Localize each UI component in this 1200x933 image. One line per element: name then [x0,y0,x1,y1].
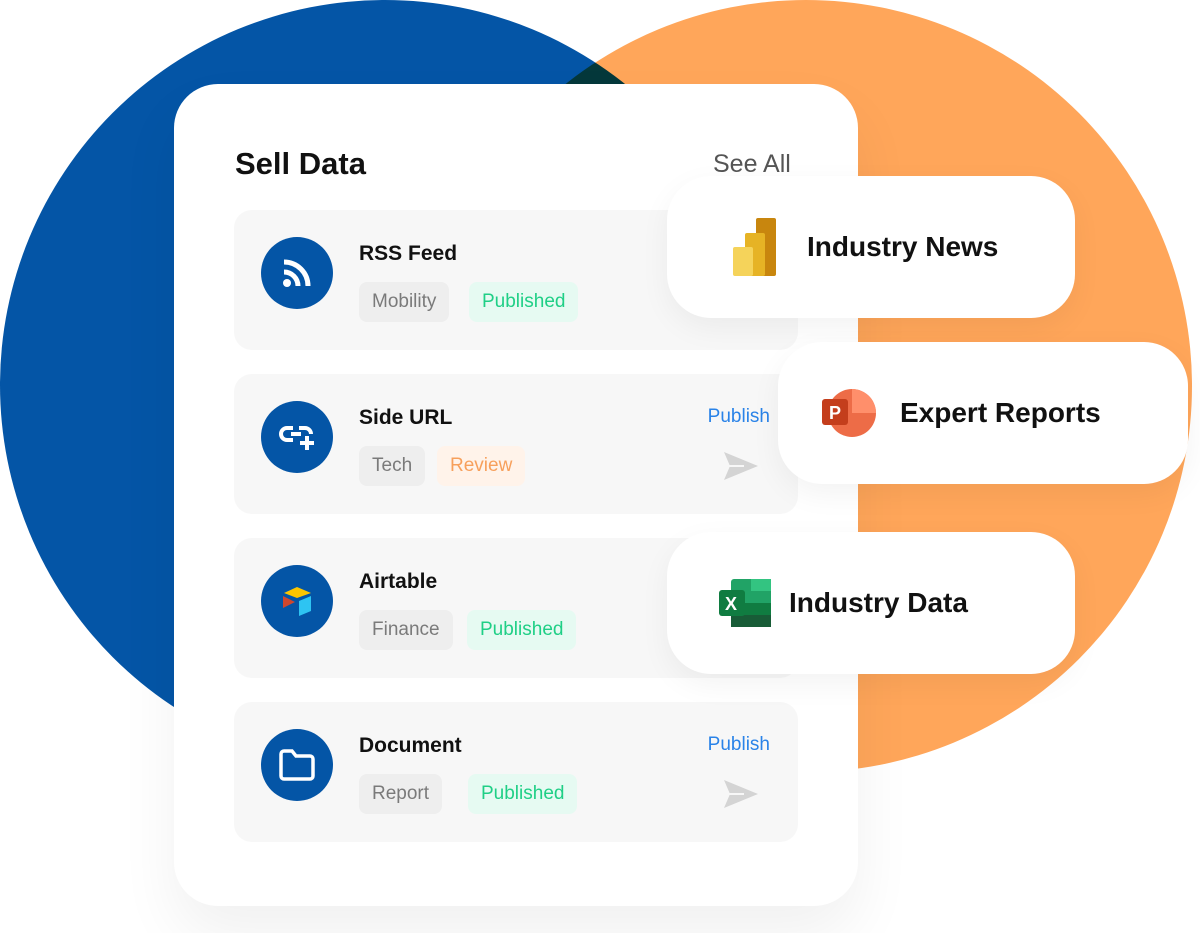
pill-expert-reports[interactable]: P Expert Reports [778,342,1188,484]
rss-icon [261,237,333,309]
status-badge: Published [467,610,577,650]
item-name: Airtable [359,570,438,593]
pill-industry-data[interactable]: X Industry Data [667,532,1075,674]
folder-icon [261,729,333,801]
svg-text:P: P [829,403,841,423]
list-item[interactable]: Side URL Tech Review Publish [234,374,798,514]
pill-label: Industry Data [789,587,968,618]
status-badge: Published [469,282,579,322]
category-tag: Mobility [359,282,450,322]
status-badge: Published [468,774,578,814]
svg-text:X: X [725,594,737,614]
pill-label: Industry News [807,231,999,262]
publish-link[interactable]: Publish [708,406,770,428]
status-badge: Review [437,446,526,486]
link-add-icon [261,401,333,473]
category-tag: Finance [359,610,453,650]
pill-industry-news[interactable]: Industry News [667,176,1075,318]
excel-icon: X [719,579,771,627]
see-all-link[interactable]: See All [713,150,791,179]
send-icon[interactable] [724,452,758,485]
pill-label: Expert Reports [900,397,1101,428]
category-tag: Report [359,774,443,814]
card-title: Sell Data [235,146,366,181]
powerpoint-icon: P [822,388,876,438]
item-name: Document [359,734,462,757]
list-item[interactable]: Document Report Published Publish [234,702,798,842]
publish-link[interactable]: Publish [708,734,770,756]
category-tag: Tech [359,446,426,486]
power-bi-icon [733,218,777,276]
airtable-icon [261,565,333,637]
item-name: RSS Feed [359,242,458,265]
item-name: Side URL [359,406,453,429]
send-icon[interactable] [724,780,758,813]
